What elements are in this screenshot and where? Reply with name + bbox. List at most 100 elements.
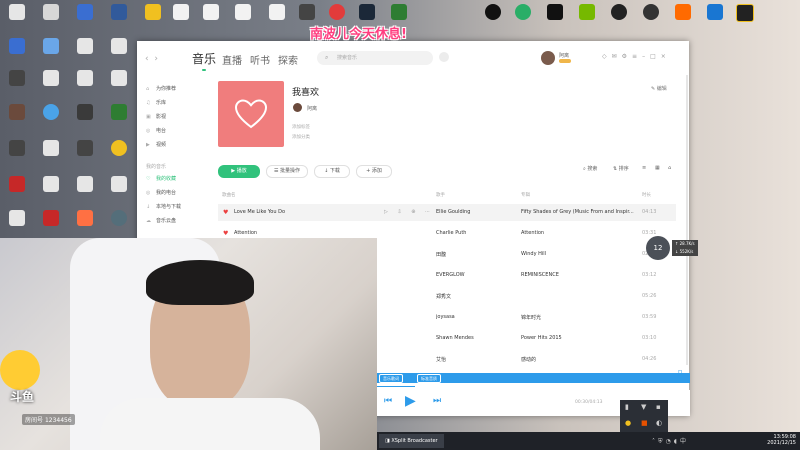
desktop-icon[interactable] (2, 210, 32, 228)
desktop-icon[interactable] (36, 4, 66, 22)
grid-view-icon[interactable]: ▦ (655, 165, 660, 171)
lyrics-button[interactable]: 音乐歌词 (379, 374, 403, 383)
ime-icon[interactable]: 中 (680, 438, 689, 445)
song-artist[interactable]: Charlie Puth (436, 230, 516, 236)
desktop-icon[interactable] (104, 38, 134, 56)
desktop-icon[interactable] (36, 140, 66, 158)
column-artist[interactable]: 歌手 (436, 192, 445, 198)
desktop-icon[interactable] (2, 176, 32, 194)
voice-search-icon[interactable] (439, 52, 449, 62)
desktop-icon[interactable] (166, 4, 196, 22)
desktop-icon[interactable] (104, 210, 134, 228)
song-title[interactable]: Attention (234, 230, 384, 236)
song-artist[interactable]: Ellie Goulding (436, 209, 516, 215)
sidebar-item-radio[interactable]: ◎ 电台 (146, 127, 166, 134)
playlist-owner[interactable]: 阿离 (307, 105, 317, 112)
taskbar-app-xsplit[interactable]: ◨ XSplit Broadcaster (379, 434, 444, 448)
desktop-icon[interactable] (70, 140, 100, 158)
forward-icon[interactable]: › (154, 54, 158, 64)
song-album[interactable]: 锦年时光 (521, 314, 639, 321)
song-artist[interactable]: 郑秀文 (436, 293, 516, 300)
tab-explore[interactable]: 探索 (278, 52, 298, 67)
add-button[interactable]: + 添加 (356, 165, 392, 178)
desktop-icon[interactable] (36, 70, 66, 88)
desktop-icon[interactable] (70, 104, 100, 122)
desktop-icon[interactable] (138, 4, 168, 22)
desktop-icon[interactable] (604, 4, 634, 22)
sidebar-item-my-radio[interactable]: ◎ 我的电台 (146, 189, 176, 196)
song-artist[interactable]: 艾怡 (436, 356, 516, 363)
avatar[interactable] (541, 51, 555, 65)
play-all-button[interactable]: ▶ 播放 (218, 165, 260, 178)
app-icon[interactable]: ◐ (656, 419, 662, 427)
sidebar-item-movies[interactable]: ▣ 影视 (146, 113, 166, 120)
next-icon[interactable]: ⏭ (433, 396, 441, 406)
desktop-icon[interactable] (2, 4, 32, 22)
desktop-icon[interactable] (730, 4, 760, 24)
desktop-icon[interactable] (352, 4, 382, 22)
desktop-icon[interactable] (384, 4, 414, 22)
song-album[interactable]: REMINISCENCE (521, 272, 639, 278)
mini-player-icon[interactable]: ▯ (678, 368, 688, 380)
desktop-icon[interactable] (70, 4, 100, 22)
taskbar-clock[interactable]: 13:59:08 2021/12/15 (767, 434, 796, 446)
back-icon[interactable]: ‹ (145, 54, 149, 64)
add-category-link[interactable]: 添加分类 (292, 134, 310, 140)
usb-icon[interactable]: ▮ (625, 403, 629, 411)
song-artist[interactable]: Shawn Mendes (436, 335, 516, 341)
sidebar-item-favorites[interactable]: ♡ 我的收藏 (146, 175, 176, 182)
desktop-icon[interactable] (196, 4, 226, 22)
playback-progress[interactable] (377, 386, 415, 387)
play-icon[interactable]: ▶ (405, 393, 416, 409)
liked-heart-icon[interactable]: ♥ (223, 230, 228, 237)
sort-button[interactable]: ⇅ 排序 (613, 165, 629, 172)
microphone-icon[interactable]: ▼ (641, 403, 646, 411)
desktop-icon[interactable] (70, 210, 100, 228)
owner-avatar[interactable] (293, 103, 302, 112)
desktop-icon[interactable] (292, 4, 322, 22)
download-button[interactable]: ↓ 下载 (314, 165, 350, 178)
song-album[interactable]: Windy Hill (521, 251, 639, 257)
song-album[interactable]: Fifty Shades of Grey (Music From and Ins… (521, 209, 639, 215)
desktop-icon[interactable] (104, 176, 134, 194)
list-view-icon[interactable]: ≡ (642, 165, 646, 171)
tab-live[interactable]: 直播 (222, 52, 242, 67)
edit-button[interactable]: ✎ 编辑 (651, 85, 667, 92)
desktop-icon[interactable] (2, 140, 32, 158)
tab-audiobooks[interactable]: 听书 (250, 52, 270, 67)
column-duration[interactable]: 时长 (642, 192, 651, 198)
desktop-icon[interactable] (478, 4, 508, 22)
column-title[interactable]: 歌曲名 (222, 192, 236, 198)
security-icon[interactable]: ⛨ (658, 438, 666, 445)
minimize-icon[interactable]: – (642, 53, 650, 60)
desktop-icon[interactable] (262, 4, 292, 22)
settings-icon[interactable]: ⚙ (622, 53, 632, 60)
desktop-icon[interactable] (322, 4, 352, 22)
desktop-icon[interactable] (104, 4, 134, 22)
desktop-icon[interactable] (70, 38, 100, 56)
sidebar-item-local[interactable]: ↓ 本地与下载 (146, 203, 181, 210)
menu-icon[interactable]: ≡ (632, 53, 642, 60)
row-action-icons[interactable]: ▷ ⇩ ⊕ ⋯ (384, 209, 434, 215)
song-artist[interactable]: joysasa (436, 314, 516, 320)
search-input[interactable]: ⌕ 搜索音乐 (317, 51, 433, 65)
perf-monitor[interactable]: 12 (646, 236, 670, 260)
liked-heart-icon[interactable]: ♥ (223, 209, 228, 216)
desktop-icon[interactable] (572, 4, 602, 22)
song-title[interactable]: Love Me Like You Do (234, 209, 384, 215)
desktop-icon[interactable] (104, 104, 134, 122)
desktop-icon[interactable] (540, 4, 570, 22)
song-album[interactable]: Power Hits 2015 (521, 335, 639, 341)
table-row[interactable]: ♥ Love Me Like You Do Ellie Goulding Fifty … (218, 204, 676, 221)
sidebar-item-library[interactable]: ♫ 乐库 (146, 99, 166, 106)
nav-arrows[interactable]: ‹ › (145, 54, 158, 64)
desktop-icon[interactable] (70, 70, 100, 88)
desktop-icon[interactable] (36, 176, 66, 194)
desktop-icon[interactable] (2, 70, 32, 88)
song-album[interactable]: 感动的 (521, 356, 639, 363)
desktop-icon[interactable] (2, 104, 32, 122)
sidebar-item-cloud[interactable]: ☁ 音乐云盘 (146, 217, 176, 224)
desktop-icon[interactable] (104, 140, 134, 158)
desktop-icon[interactable] (36, 210, 66, 228)
quality-button[interactable]: 标准音质 (417, 374, 441, 383)
